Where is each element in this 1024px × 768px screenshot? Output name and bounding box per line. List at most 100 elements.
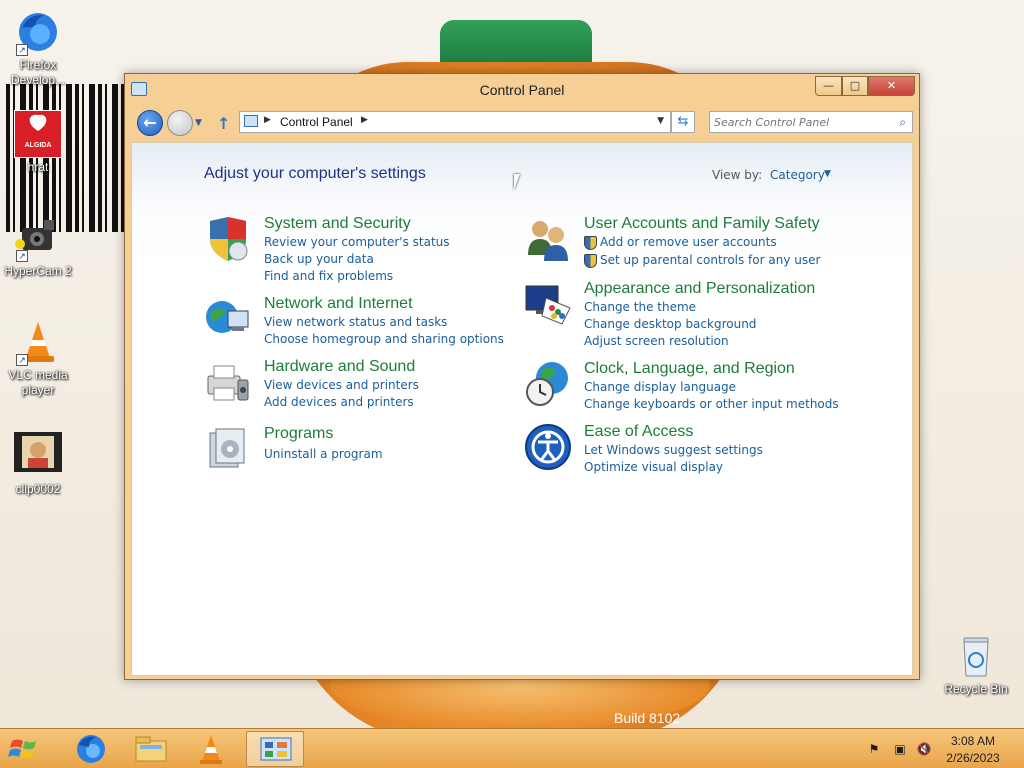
link-windows-suggest-settings[interactable]: Let Windows suggest settings (584, 443, 763, 457)
desktop-icon-recycle-bin[interactable]: Recycle Bin (940, 632, 1012, 697)
forward-button[interactable] (167, 110, 193, 136)
taskbar-firefox[interactable] (62, 731, 120, 767)
category-title[interactable]: Hardware and Sound (264, 358, 415, 376)
desktop-icon-firefox-developer[interactable]: ↗ Firefox Develop... (2, 8, 74, 88)
firefox-developer-icon: ↗ (14, 8, 62, 56)
category-ease-of-access: Ease of Access Let Windows suggest setti… (524, 423, 884, 474)
maximize-button[interactable]: □ (842, 76, 868, 96)
monitor-palette-icon (524, 280, 572, 328)
desktop-icon-label: clip0002 (15, 482, 61, 496)
close-button[interactable]: ✕ (868, 76, 915, 96)
desktop-icon-label: HyperCam 2 (4, 264, 72, 278)
programs-icon (204, 425, 252, 473)
taskbar-vlc[interactable] (182, 731, 240, 767)
desktop-icon-label: Firefox Develop... (10, 58, 66, 87)
video-clip-icon (14, 432, 62, 480)
link-display-language[interactable]: Change display language (584, 380, 736, 394)
category-clock-language-region: Clock, Language, and Region Change displ… (524, 360, 884, 411)
category-programs: Programs Uninstall a program (204, 425, 504, 473)
search-icon[interactable]: ⌕ (899, 115, 906, 130)
link-add-remove-users[interactable]: Add or remove user accounts (600, 235, 777, 249)
view-by-dropdown[interactable]: Category (770, 168, 825, 182)
category-title[interactable]: Network and Internet (264, 295, 413, 313)
desktop-icon-clip0002[interactable]: clip0002 (2, 432, 74, 497)
link-view-devices-printers[interactable]: View devices and printers (264, 378, 419, 392)
network-icon[interactable]: ▣ (892, 741, 908, 757)
taskbar-control-panel[interactable] (246, 731, 304, 767)
link-change-background[interactable]: Change desktop background (584, 317, 756, 331)
link-homegroup-sharing[interactable]: Choose homegroup and sharing options (264, 332, 504, 346)
category-title[interactable]: Ease of Access (584, 423, 693, 441)
users-icon (524, 215, 572, 263)
uac-shield-icon (584, 254, 597, 268)
windows-start-icon[interactable] (4, 733, 44, 765)
link-review-status[interactable]: Review your computer's status (264, 235, 450, 249)
address-dropdown-icon[interactable]: ▼ (657, 116, 664, 126)
build-watermark: Build 8102 (614, 710, 681, 726)
up-button[interactable]: ↑ (217, 114, 230, 133)
chevron-down-icon[interactable]: ▼ (824, 169, 831, 179)
back-button[interactable]: ← (137, 110, 163, 136)
category-hardware-and-sound: Hardware and Sound View devices and prin… (204, 358, 504, 409)
shortcut-arrow-icon: ↗ (16, 44, 28, 56)
search-input[interactable] (714, 114, 884, 130)
desktop-icon-hrat[interactable]: ALGIDA hrat (2, 110, 74, 175)
ease-of-access-icon (524, 423, 572, 471)
category-user-accounts: User Accounts and Family Safety Add or r… (524, 215, 884, 268)
link-screen-resolution[interactable]: Adjust screen resolution (584, 334, 729, 348)
taskbar: ⚑ ▣ 🔇 3:08 AM 2/26/2023 (0, 728, 1024, 768)
link-add-devices-printers[interactable]: Add devices and printers (264, 395, 414, 409)
address-bar[interactable]: ▶ Control Panel ▶ ▼ (239, 111, 671, 133)
shortcut-arrow-icon: ↗ (16, 250, 28, 262)
desktop-icon-label: hrat (27, 160, 49, 174)
link-back-up-data[interactable]: Back up your data (264, 252, 374, 266)
search-box[interactable]: ⌕ (709, 111, 913, 133)
breadcrumb-control-panel[interactable]: Control Panel (280, 115, 353, 129)
category-title[interactable]: Programs (264, 425, 333, 443)
volume-muted-icon[interactable]: 🔇 (916, 741, 932, 757)
minimize-button[interactable]: — (815, 76, 842, 96)
link-parental-controls[interactable]: Set up parental controls for any user (600, 253, 820, 267)
action-center-flag-icon[interactable]: ⚑ (866, 741, 882, 757)
clock-globe-icon (524, 360, 572, 408)
recycle-bin-icon (952, 632, 1000, 680)
clock-time[interactable]: 3:08 AM (950, 734, 996, 748)
printer-icon (204, 358, 252, 406)
clock-date[interactable]: 2/26/2023 (944, 751, 1002, 765)
title-bar[interactable]: Control Panel — □ ✕ (125, 74, 919, 106)
recent-locations-dropdown[interactable]: ▼ (195, 118, 202, 128)
desktop-icon-vlc[interactable]: ↗ VLC media player (2, 318, 74, 398)
control-panel-small-icon (244, 115, 258, 127)
taskbar-file-explorer[interactable] (122, 731, 180, 767)
desktop-icon-label: Recycle Bin (944, 682, 1008, 696)
breadcrumb-separator-icon[interactable]: ▶ (361, 115, 368, 125)
category-title[interactable]: System and Security (264, 215, 411, 233)
refresh-button[interactable]: ⇆ (671, 111, 695, 133)
category-title[interactable]: Appearance and Personalization (584, 280, 815, 298)
desktop-icon-label: VLC media player (8, 368, 68, 397)
desktop-icon-hypercam[interactable]: ↗ HyperCam 2 (2, 214, 74, 279)
globe-network-icon (204, 295, 252, 343)
category-title[interactable]: User Accounts and Family Safety (584, 215, 820, 233)
category-title[interactable]: Clock, Language, and Region (584, 360, 795, 378)
arrow-up-icon: ↑ (217, 114, 231, 133)
uac-shield-icon (584, 236, 597, 250)
link-change-theme[interactable]: Change the theme (584, 300, 696, 314)
link-optimize-visual-display[interactable]: Optimize visual display (584, 460, 723, 474)
link-uninstall-program[interactable]: Uninstall a program (264, 447, 383, 461)
category-network-and-internet: Network and Internet View network status… (204, 295, 504, 346)
refresh-icon: ⇆ (677, 114, 689, 129)
shortcut-arrow-icon: ↗ (16, 354, 28, 366)
breadcrumb-separator-icon[interactable]: ▶ (264, 115, 271, 125)
view-by-label: View by: (712, 168, 763, 182)
category-system-and-security: System and Security Review your computer… (204, 215, 504, 283)
algida-logo-text: ALGIDA (24, 142, 52, 149)
hypercam-icon: ↗ (14, 214, 62, 262)
link-find-fix-problems[interactable]: Find and fix problems (264, 269, 393, 283)
link-keyboards-input[interactable]: Change keyboards or other input methods (584, 397, 839, 411)
window-title: Control Panel (479, 82, 565, 98)
vlc-cone-icon: ↗ (14, 318, 62, 366)
link-network-status[interactable]: View network status and tasks (264, 315, 447, 329)
arrow-left-icon: ← (143, 113, 157, 132)
control-panel-window: Control Panel — □ ✕ ← ▼ ↑ ▶ Control Pane… (124, 73, 920, 680)
